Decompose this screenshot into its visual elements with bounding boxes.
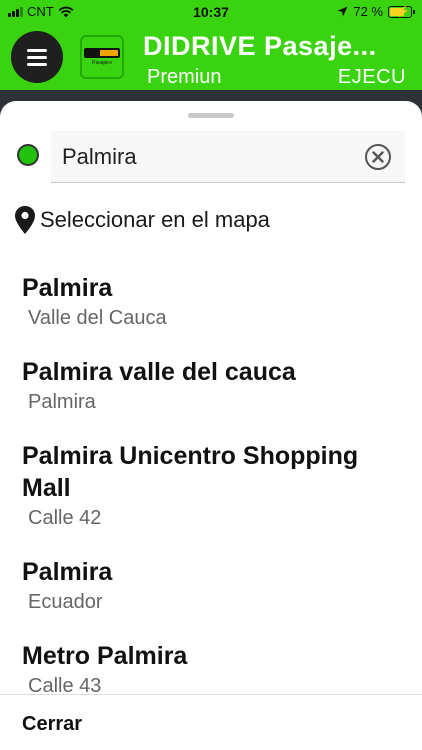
map-pin-icon [15,206,35,234]
result-title: Palmira [22,558,113,586]
menu-button[interactable] [11,31,63,83]
battery-percentage: 72 % [353,4,383,19]
drag-handle[interactable] [188,113,234,118]
result-subtitle: Palmira [28,391,96,413]
app-header: CNT 10:37 72 % ⚡ Pasajero DIDRIVE Pasaje… [0,0,422,90]
service-level-label: Premiun [147,66,222,88]
search-input[interactable] [62,141,362,173]
select-on-map-option[interactable]: Seleccionar en el mapa [14,205,270,235]
app-logo: Pasajero [80,35,124,79]
result-subtitle: Valle del Cauca [28,307,167,329]
app-title: DIDRIVE Pasaje... [143,31,377,61]
list-item[interactable]: Palmira Ecuador [0,547,422,615]
origin-dot-icon [17,144,39,166]
clear-icon[interactable] [364,143,392,171]
results-list: Palmira Valle del Cauca Palmira valle de… [0,263,422,693]
result-title: Metro Palmira [22,642,188,670]
status-bar: CNT 10:37 72 % ⚡ [0,0,422,24]
location-arrow-icon [337,6,348,17]
result-title: Palmira valle del cauca [22,358,296,386]
sheet-footer: Cerrar [0,694,422,750]
hamburger-icon [27,48,47,52]
result-title: Palmira [22,274,113,302]
result-title: Palmira Unicentro Shopping Mall [22,442,359,502]
list-item[interactable]: Metro Palmira Calle 43 [0,631,422,693]
result-subtitle: Calle 42 [28,507,102,529]
list-item[interactable]: Palmira valle del cauca Palmira [0,347,422,415]
search-field[interactable] [51,131,405,183]
battery-icon: ⚡ [388,5,415,18]
list-item[interactable]: Palmira Valle del Cauca [0,263,422,331]
result-subtitle: Ecuador [28,591,103,613]
select-on-map-label: Seleccionar en el mapa [40,207,270,232]
logo-text: Pasajero [92,60,112,66]
vehicle-class-label: EJECU [337,66,406,88]
result-subtitle: Calle 43 [28,675,102,693]
list-item[interactable]: Palmira Unicentro Shopping Mall Calle 42 [0,431,422,531]
close-button[interactable]: Cerrar [22,713,82,736]
location-search-sheet: Seleccionar en el mapa Palmira Valle del… [0,101,422,750]
